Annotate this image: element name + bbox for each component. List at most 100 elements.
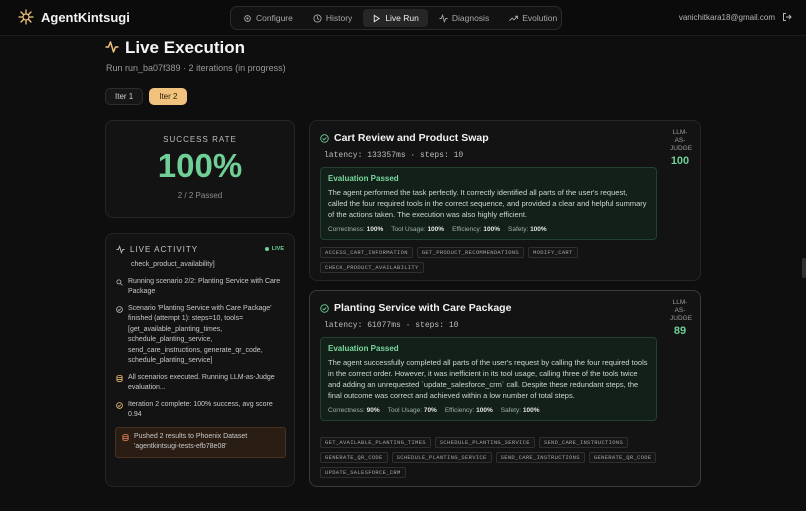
score-item: Correctness: 90%	[328, 407, 380, 414]
success-rate-panel: SUCCESS RATE 100% 2 / 2 Passed	[105, 120, 295, 218]
app-name[interactable]: AgentKintsugi	[41, 10, 130, 25]
pulse-icon	[439, 13, 448, 23]
live-badge-label: LIVE	[271, 246, 284, 252]
success-rate-label: SUCCESS RATE	[163, 135, 237, 144]
score-item: Correctness: 100%	[328, 226, 383, 233]
score-value: 100%	[522, 407, 540, 414]
score-value: 70%	[423, 407, 437, 414]
tool-tag: MODIFY_CART	[528, 247, 578, 258]
score-value: 100%	[366, 226, 384, 233]
score-value: 100%	[530, 226, 547, 233]
tool-tag: SCHEDULE_PLANTING_SERVICE	[434, 437, 535, 448]
live-badge: LIVE	[264, 246, 284, 252]
judge-badge: LLM- AS- JUDGE 89	[670, 299, 693, 337]
scenario-metrics: latency: 61077ms · steps: 10	[324, 321, 459, 330]
page-scrollbar[interactable]	[802, 258, 806, 278]
score-label: Correctness:	[328, 226, 365, 233]
judge-label: LLM- AS- JUDGE	[670, 299, 693, 323]
main-nav: Configure History Live Run Diagnosis Evo…	[230, 6, 562, 30]
run-subtitle: Run run_ba07f389 · 2 iterations (in prog…	[106, 63, 286, 73]
page-title: Live Execution	[125, 38, 245, 57]
judge-label-line: LLM-	[672, 129, 688, 136]
list-item: Pushed 2 results to Phoenix Dataset 'age…	[115, 426, 286, 458]
check-circle-icon	[320, 303, 329, 313]
score-breakdown: Correctness: 90% Tool Usage: 70% Efficie…	[328, 407, 649, 414]
search-icon	[116, 278, 123, 286]
judge-label: LLM- AS- JUDGE	[670, 129, 693, 153]
score-value: 100%	[483, 226, 501, 233]
scenario-card[interactable]: Cart Review and Product Swap latency: 13…	[309, 120, 701, 281]
success-rate-value: 100%	[157, 147, 243, 184]
clock-icon	[313, 13, 322, 23]
list-item: Scenario 'Planting Service with Care Pac…	[116, 304, 286, 367]
nav-history-label: History	[325, 13, 353, 23]
score-label: Safety:	[508, 226, 529, 233]
logo-icon[interactable]	[18, 9, 34, 25]
tool-list: ACCESS_CART_INFORMATION GET_PRODUCT_RECO…	[320, 247, 660, 273]
activity-text: Iteration 2 complete: 100% success, avg …	[128, 400, 273, 419]
judge-label-line: JUDGE	[670, 315, 693, 322]
check-circle-icon	[320, 133, 329, 143]
scenario-title: Planting Service with Care Package	[320, 302, 511, 314]
scenario-card[interactable]: Planting Service with Care Package laten…	[309, 290, 701, 487]
activity-header: LIVE ACTIVITY LIVE	[116, 243, 284, 255]
score-label: Efficiency:	[452, 226, 482, 233]
score-item: Efficiency: 100%	[445, 407, 493, 414]
evaluation-title: Evaluation Passed	[328, 174, 399, 183]
activity-icon	[105, 41, 119, 53]
activity-icon	[116, 244, 125, 254]
score-item: Tool Usage: 100%	[391, 226, 444, 233]
passed-count: 2 / 2 Passed	[177, 191, 223, 200]
logout-icon[interactable]	[782, 12, 792, 22]
tool-tag: GENERATE_QR_CODE	[320, 452, 388, 463]
tool-tag: GENERATE_QR_CODE	[588, 452, 657, 463]
nav-diagnosis-label: Diagnosis	[451, 13, 490, 23]
activity-text: All scenarios executed. Running LLM-as-J…	[128, 373, 275, 392]
activity-text: Pushed 2 results to Phoenix Dataset 'age…	[134, 432, 248, 451]
nav-history[interactable]: History	[304, 9, 361, 27]
evaluation-box: Evaluation Passed The agent performed th…	[320, 167, 657, 240]
score-label: Tool Usage:	[391, 226, 426, 233]
judge-label-line: JUDGE	[670, 145, 693, 152]
tool-tag: UPDATE_SALESFORCE_CRM	[320, 467, 406, 478]
scenario-title-text: Planting Service with Care Package	[334, 302, 512, 314]
score-breakdown: Correctness: 100% Tool Usage: 100% Effic…	[328, 226, 649, 233]
live-dot-icon	[264, 247, 269, 251]
judge-score: 89	[673, 325, 687, 337]
scenario-metrics: latency: 133357ms · steps: 10	[324, 151, 464, 160]
activity-text: Running scenario 2/2: Planting Service w…	[128, 277, 281, 296]
play-icon	[374, 14, 381, 22]
live-activity-panel[interactable]: LIVE ACTIVITY LIVE check_product_availab…	[105, 233, 295, 487]
scenario-title: Cart Review and Product Swap	[320, 132, 489, 144]
check-circle-icon	[116, 401, 123, 409]
tool-tag: ACCESS_CART_INFORMATION	[320, 247, 413, 258]
nav-live-run-label: Live Run	[385, 13, 419, 23]
nav-live-run[interactable]: Live Run	[363, 9, 428, 27]
judge-score: 100	[670, 155, 690, 167]
activity-text: Scenario 'Planting Service with Care Pac…	[128, 304, 272, 365]
nav-evolution[interactable]: Evolution	[500, 9, 566, 27]
list-item: Running scenario 2/2: Planting Service w…	[116, 277, 286, 298]
list-item: Iteration 2 complete: 100% success, avg …	[116, 400, 286, 421]
tool-tag: GET_AVAILABLE_PLANTING_TIMES	[320, 437, 431, 448]
nav-diagnosis[interactable]: Diagnosis	[430, 9, 498, 27]
list-item: All scenarios executed. Running LLM-as-J…	[116, 373, 286, 394]
judge-label-line: AS-	[674, 307, 686, 314]
evaluation-title: Evaluation Passed	[328, 344, 399, 353]
judge-label-line: LLM-	[672, 299, 688, 306]
iteration-tabs: Iter 1 Iter 2	[105, 88, 188, 105]
nav-configure-label: Configure	[256, 13, 293, 23]
activity-list: check_product_availability] Running scen…	[115, 260, 286, 464]
nav-configure[interactable]: Configure	[234, 9, 302, 27]
trend-icon	[509, 15, 519, 21]
tab-iter-2[interactable]: Iter 2	[149, 88, 188, 105]
evaluation-text: The agent successfully completed all par…	[328, 358, 648, 400]
score-value: 100%	[476, 407, 493, 414]
judge-label-line: AS-	[674, 137, 686, 144]
evaluation-text: The agent performed the task perfectly. …	[328, 188, 647, 219]
gear-icon	[244, 14, 251, 22]
tab-iter-1[interactable]: Iter 1	[105, 88, 144, 105]
tool-tag: CHECK_PRODUCT_AVAILABILITY	[320, 262, 424, 273]
score-item: Safety: 100%	[508, 226, 547, 233]
score-label: Safety:	[500, 407, 522, 414]
